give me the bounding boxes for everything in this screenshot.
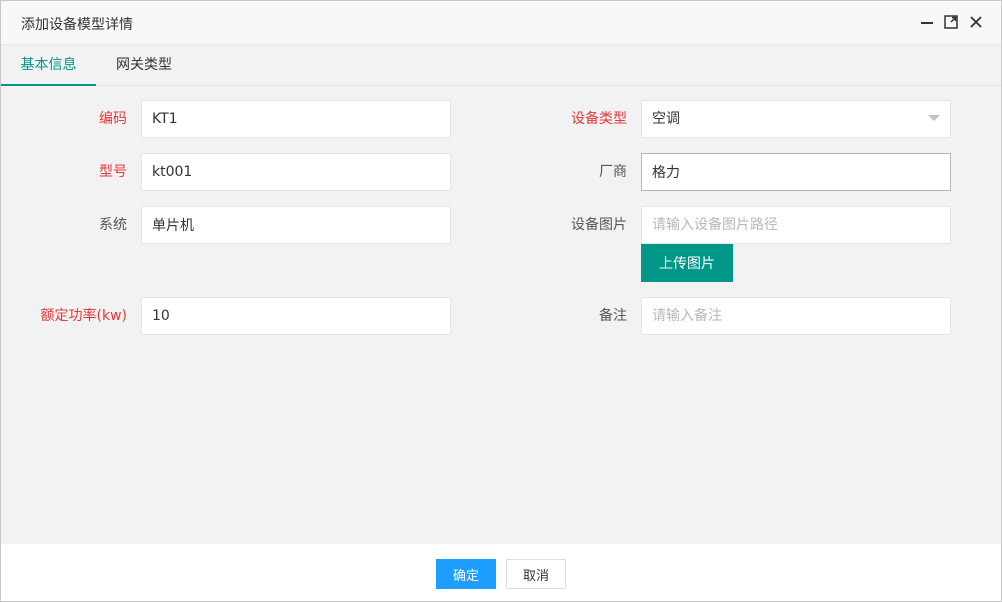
system-input[interactable] [141,206,451,244]
cancel-button[interactable]: 取消 [506,559,566,589]
maximize-icon[interactable] [942,13,960,31]
manufacturer-label: 厂商 [599,164,627,180]
remark-label: 备注 [599,308,627,324]
model-label: 型号 [99,164,127,180]
upload-image-button[interactable]: 上传图片 [641,244,733,282]
tab-basic-info[interactable]: 基本信息 [1,45,96,86]
manufacturer-input[interactable] [641,153,951,191]
device-type-select[interactable]: 空调 [641,100,951,138]
model-input[interactable] [141,153,451,191]
code-label: 编码 [99,111,127,127]
device-image-path-input[interactable] [641,206,951,244]
chevron-down-icon [928,115,940,121]
dialog-title: 添加设备模型详情 [21,17,133,33]
device-type-label: 设备类型 [571,111,627,127]
rated-power-label: 额定功率(kw) [40,308,127,324]
dialog-titlebar: 添加设备模型详情 [1,1,1001,45]
remark-input[interactable] [641,297,951,335]
close-icon[interactable] [967,13,985,31]
tab-gateway-type[interactable]: 网关类型 [96,45,192,85]
rated-power-input[interactable] [141,297,451,335]
tab-bar: 基本信息 网关类型 [1,45,1001,86]
code-input[interactable] [141,100,451,138]
system-label: 系统 [99,217,127,233]
minimize-icon[interactable] [918,13,936,31]
device-type-value: 空调 [652,111,680,127]
dialog: 添加设备模型详情 基本信息 网关类型 编码 型号 系统 额定功率(kw) 设备类… [0,0,1002,602]
dialog-footer: 确定 取消 [1,544,1001,601]
confirm-button[interactable]: 确定 [436,559,496,589]
device-image-label: 设备图片 [571,217,627,233]
